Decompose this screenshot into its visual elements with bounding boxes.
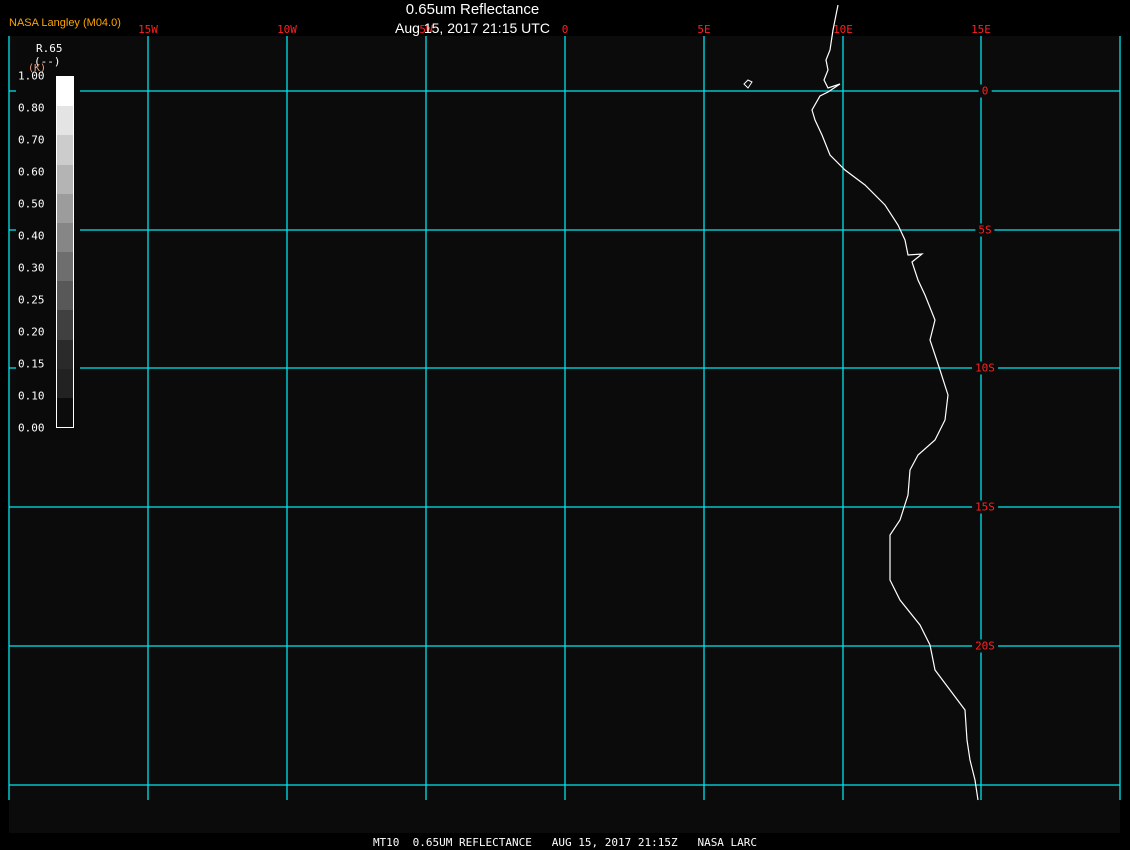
legend-swatch	[57, 252, 73, 282]
legend-value: 0.15	[18, 357, 45, 371]
legend-swatch	[57, 135, 73, 165]
legend-value: 0.70	[18, 133, 45, 147]
latitude-label: 0	[978, 84, 992, 98]
legend-value: 0.60	[18, 165, 45, 179]
legend-swatch	[57, 281, 73, 311]
image-timestamp: Aug 15, 2017 21:15 UTC	[395, 20, 550, 36]
latitude-label: 20S	[972, 639, 998, 653]
satellite-map	[8, 4, 1121, 833]
legend-swatch	[57, 310, 73, 340]
legend-value: 0.30	[18, 261, 45, 275]
legend-swatch	[57, 339, 73, 369]
legend-swatch	[57, 77, 73, 107]
legend-value: 0.40	[18, 229, 45, 243]
legend-value: 0.80	[18, 101, 45, 115]
color-legend: R.65 (--) (K) 1.00 0.80 0.70 0.60 0.50 0.40 0.…	[16, 38, 80, 440]
latitude-label: 10S	[972, 361, 998, 375]
longitude-label: 15E	[971, 23, 991, 36]
legend-value: 0.00	[18, 421, 45, 435]
legend-value: 0.25	[18, 293, 45, 307]
legend-value: 0.50	[18, 197, 45, 211]
latitude-label: 15S	[972, 500, 998, 514]
legend-title: R.65	[36, 42, 63, 55]
legend-value: 0.20	[18, 325, 45, 339]
legend-swatch	[57, 222, 73, 253]
legend-swatch	[57, 193, 73, 223]
legend-swatch	[57, 368, 73, 398]
legend-colorbar	[56, 76, 74, 428]
latitude-label: 5S	[975, 223, 995, 237]
legend-swatch	[57, 164, 73, 194]
legend-value: 1.00	[18, 69, 45, 83]
legend-value: 0.10	[18, 389, 45, 403]
legend-swatch	[57, 106, 73, 136]
footer-caption: MT10 0.65UM REFLECTANCE AUG 15, 2017 21:…	[372, 836, 758, 849]
legend-swatch	[57, 397, 73, 428]
